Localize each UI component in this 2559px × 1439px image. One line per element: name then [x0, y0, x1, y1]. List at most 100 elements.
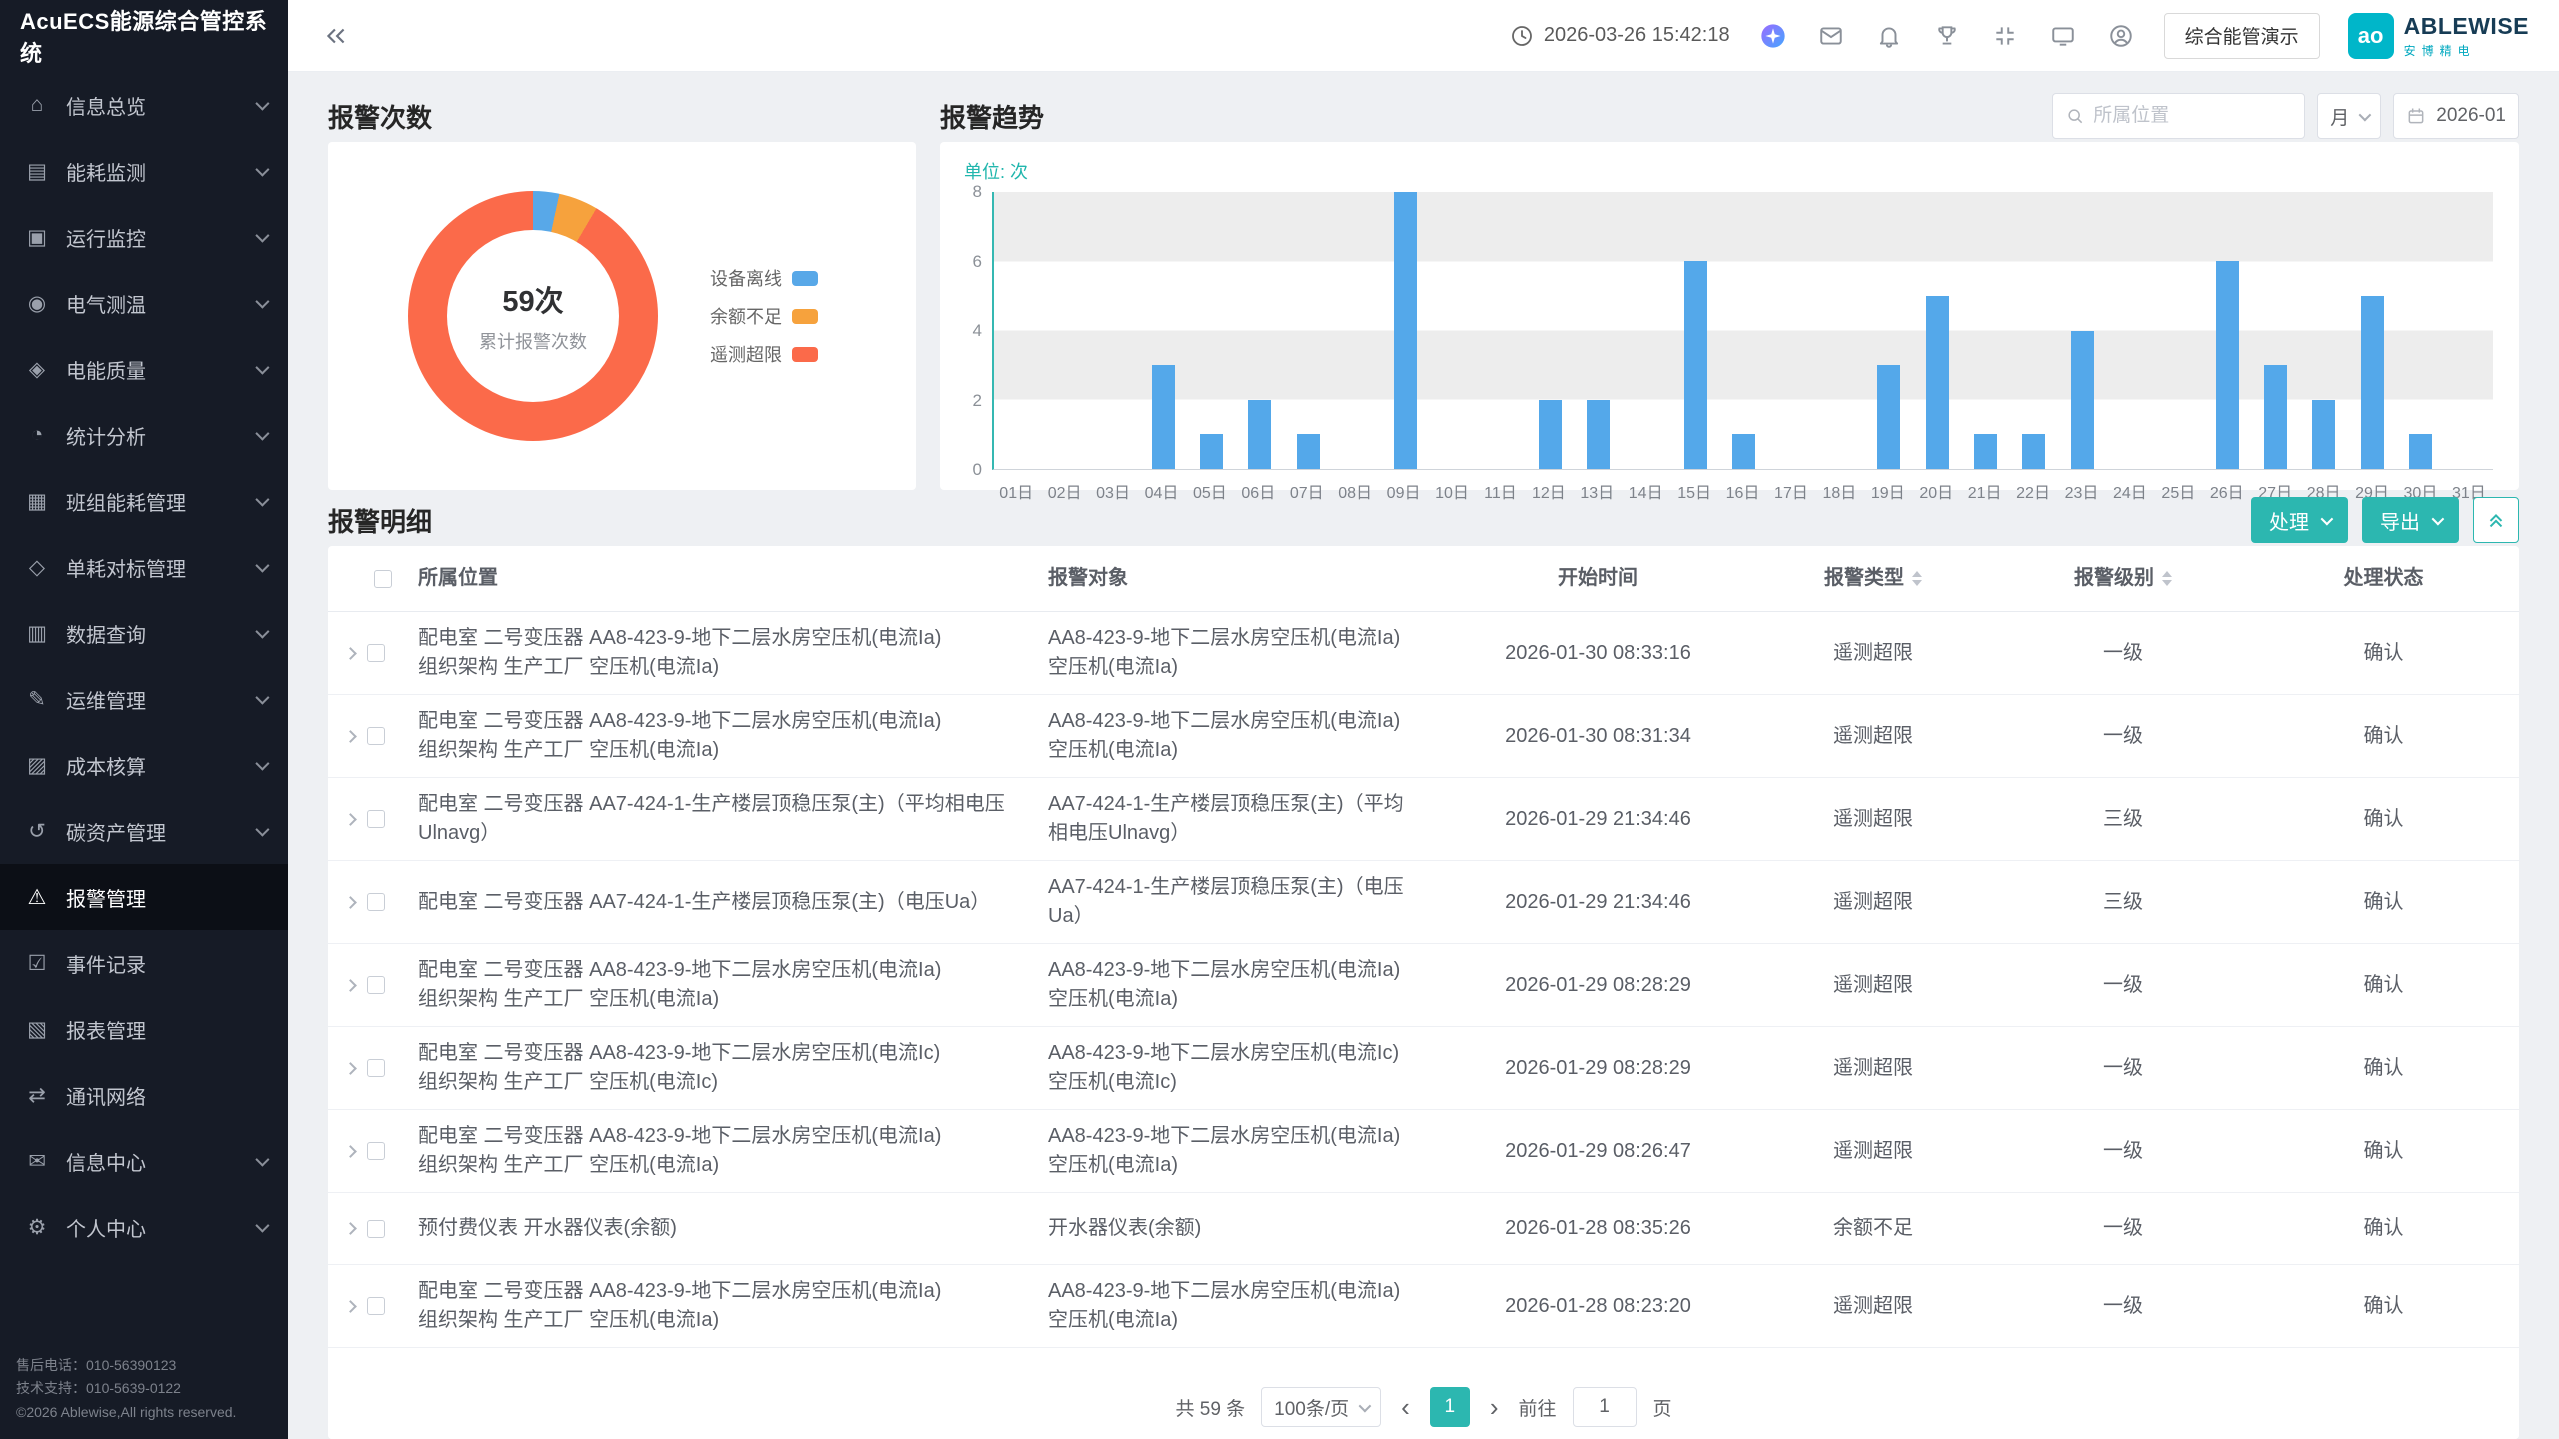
- cell-alarm-type: 遥测超限: [1748, 888, 1998, 917]
- cell-status[interactable]: 确认: [2248, 639, 2519, 668]
- row-expand-icon[interactable]: [344, 896, 357, 909]
- cell-status[interactable]: 确认: [2248, 1214, 2519, 1243]
- sort-icon[interactable]: [2162, 571, 2172, 586]
- trophy-icon[interactable]: [1932, 21, 1962, 51]
- location-search-input[interactable]: [2093, 105, 2292, 127]
- row-expand-icon[interactable]: [344, 979, 357, 992]
- cell-alarm-level: 三级: [1998, 888, 2248, 917]
- sidebar-item-ops-management[interactable]: ✎运维管理: [0, 666, 288, 732]
- sidebar-item-label: 个人中心: [66, 1213, 256, 1242]
- chevron-down-icon: [255, 361, 269, 375]
- fullscreen-icon[interactable]: [1990, 21, 2020, 51]
- sidebar-item-electrical-temp[interactable]: ◉电气测温: [0, 270, 288, 336]
- row-checkbox[interactable]: [367, 1297, 385, 1315]
- column-header-3[interactable]: 报警类型: [1748, 564, 1998, 593]
- row-expand-icon[interactable]: [344, 1062, 357, 1075]
- sidebar-item-info-center[interactable]: ✉信息中心: [0, 1128, 288, 1194]
- sidebar-item-power-quality[interactable]: ◈电能质量: [0, 336, 288, 402]
- page-size-select[interactable]: 100条/页: [1261, 1387, 1381, 1427]
- collapse-panel-button[interactable]: [2473, 497, 2519, 543]
- user-icon[interactable]: [2106, 21, 2136, 51]
- cell-status[interactable]: 确认: [2248, 971, 2519, 1000]
- trend-bar: [2216, 261, 2239, 469]
- goto-page-input[interactable]: [1573, 1387, 1637, 1427]
- chevron-down-icon: [255, 295, 269, 309]
- trend-chart: 86420 01日02日03日04日05日06日07日08日09日10日11日1…: [958, 192, 2493, 482]
- sidebar-item-personal-center[interactable]: ⚙个人中心: [0, 1194, 288, 1260]
- trend-bar: [1248, 400, 1271, 469]
- process-button[interactable]: 处理: [2251, 497, 2348, 543]
- sidebar-item-carbon-asset[interactable]: ↺碳资产管理: [0, 798, 288, 864]
- prev-page-button[interactable]: ‹: [1397, 1392, 1414, 1423]
- table-row: 配电室 二号变压器 AA8-423-9-地下二层水房空压机(电流Ia)组织架构 …: [328, 1110, 2519, 1193]
- cell-alarm-type: 遥测超限: [1748, 1054, 1998, 1083]
- logo-mark-icon: ao: [2348, 13, 2394, 59]
- chevron-down-icon: [255, 163, 269, 177]
- cost-accounting-icon: ▨: [22, 753, 52, 778]
- sidebar-item-team-energy[interactable]: ▦班组能耗管理: [0, 468, 288, 534]
- legend-item[interactable]: 余额不足: [710, 303, 818, 329]
- demo-button[interactable]: 综合能管演示: [2164, 13, 2320, 59]
- export-button[interactable]: 导出: [2362, 497, 2459, 543]
- sidebar-item-info-overview[interactable]: ⌂信息总览: [0, 72, 288, 138]
- cell-status[interactable]: 确认: [2248, 888, 2519, 917]
- row-expand-icon[interactable]: [344, 1145, 357, 1158]
- sidebar-item-unit-benchmark[interactable]: ◇单耗对标管理: [0, 534, 288, 600]
- row-checkbox[interactable]: [367, 810, 385, 828]
- cell-status[interactable]: 确认: [2248, 805, 2519, 834]
- row-checkbox[interactable]: [367, 1059, 385, 1077]
- chevron-down-icon: [255, 427, 269, 441]
- cell-alarm-level: 一级: [1998, 722, 2248, 751]
- ai-assistant-icon[interactable]: [1758, 21, 1788, 51]
- bell-icon[interactable]: [1874, 21, 1904, 51]
- sidebar-item-report-management[interactable]: ▧报表管理: [0, 996, 288, 1062]
- legend-label: 设备离线: [710, 265, 782, 291]
- legend-swatch: [792, 271, 818, 286]
- row-checkbox[interactable]: [367, 1142, 385, 1160]
- period-select[interactable]: 月: [2317, 93, 2381, 139]
- column-header-4[interactable]: 报警级别: [1998, 564, 2248, 593]
- mail-icon[interactable]: [1816, 21, 1846, 51]
- cell-status[interactable]: 确认: [2248, 722, 2519, 751]
- double-chevron-up-icon: [2485, 509, 2507, 531]
- sidebar-item-label: 能耗监测: [66, 157, 256, 186]
- clock-icon: [1510, 24, 1534, 48]
- legend-item[interactable]: 遥测超限: [710, 341, 818, 367]
- sidebar-item-alarm-management[interactable]: ⚠报警管理: [0, 864, 288, 930]
- sidebar-item-comm-network[interactable]: ⇄通讯网络: [0, 1062, 288, 1128]
- next-page-button[interactable]: ›: [1486, 1392, 1503, 1423]
- row-expand-icon[interactable]: [344, 1300, 357, 1313]
- sidebar-item-energy-monitor[interactable]: ▤能耗监测: [0, 138, 288, 204]
- cell-alarm-level: 一级: [1998, 639, 2248, 668]
- cell-status[interactable]: 确认: [2248, 1054, 2519, 1083]
- chevron-down-icon: [255, 1153, 269, 1167]
- sidebar-collapse-button[interactable]: [318, 18, 354, 54]
- row-expand-icon[interactable]: [344, 647, 357, 660]
- monitor-icon[interactable]: [2048, 21, 2078, 51]
- legend-item[interactable]: 设备离线: [710, 265, 818, 291]
- row-checkbox[interactable]: [367, 976, 385, 994]
- row-expand-icon[interactable]: [344, 813, 357, 826]
- row-checkbox[interactable]: [367, 727, 385, 745]
- sidebar-item-operation-monitor[interactable]: ▣运行监控: [0, 204, 288, 270]
- chevron-down-icon: [2321, 512, 2334, 525]
- table-body: 配电室 二号变压器 AA8-423-9-地下二层水房空压机(电流Ia)组织架构 …: [328, 612, 2519, 1375]
- date-picker[interactable]: 2026-01: [2393, 93, 2519, 139]
- row-checkbox[interactable]: [367, 644, 385, 662]
- row-checkbox[interactable]: [367, 1220, 385, 1238]
- row-expand-icon[interactable]: [344, 1222, 357, 1235]
- cell-target: AA7-424-1-生产楼层顶稳压泵(主)（平均相电压Ulnavg）: [1048, 790, 1448, 848]
- row-checkbox[interactable]: [367, 893, 385, 911]
- page-number-1[interactable]: 1: [1430, 1387, 1470, 1427]
- sidebar-item-label: 碳资产管理: [66, 817, 256, 846]
- sidebar-item-data-query[interactable]: ▥数据查询: [0, 600, 288, 666]
- sidebar-item-event-record[interactable]: ☑事件记录: [0, 930, 288, 996]
- cell-status[interactable]: 确认: [2248, 1137, 2519, 1166]
- sidebar-item-cost-accounting[interactable]: ▨成本核算: [0, 732, 288, 798]
- row-expand-icon[interactable]: [344, 730, 357, 743]
- sort-icon[interactable]: [1912, 571, 1922, 586]
- goto-label: 前往: [1519, 1394, 1557, 1421]
- cell-status[interactable]: 确认: [2248, 1292, 2519, 1321]
- select-all-checkbox[interactable]: [374, 570, 392, 588]
- sidebar-item-statistics-analysis[interactable]: ◔统计分析: [0, 402, 288, 468]
